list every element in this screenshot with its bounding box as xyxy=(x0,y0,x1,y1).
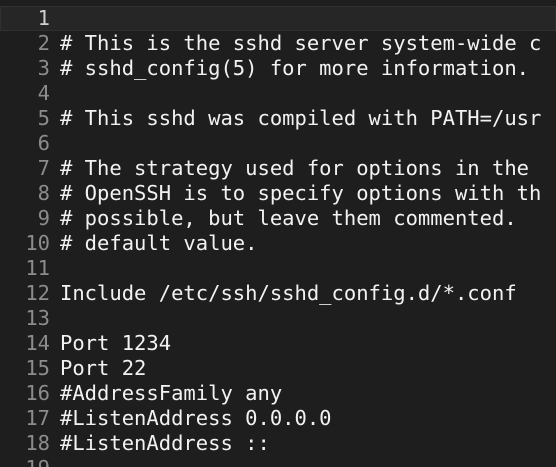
line-number: 13 xyxy=(25,306,50,330)
line-number: 11 xyxy=(25,256,50,280)
line-number: 5 xyxy=(37,106,50,130)
code-line[interactable]: # This sshd was compiled with PATH=/usr xyxy=(60,106,541,131)
editor-line[interactable]: 6 xyxy=(0,131,556,156)
line-number: 10 xyxy=(25,231,50,255)
editor-line[interactable]: 9 # possible, but leave them commented. xyxy=(0,206,556,231)
editor-line[interactable]: 5 # This sshd was compiled with PATH=/us… xyxy=(0,106,556,131)
editor-line[interactable]: 8 # OpenSSH is to specify options with t… xyxy=(0,181,556,206)
code-line[interactable]: #AddressFamily any xyxy=(60,381,282,406)
code-line[interactable]: Port 22 xyxy=(60,356,146,381)
editor-line[interactable]: 3 # sshd_config(5) for more information. xyxy=(0,56,556,81)
line-number: 1 xyxy=(37,6,50,30)
code-line[interactable]: # default value. xyxy=(60,231,257,256)
editor-line[interactable]: 14 Port 1234 xyxy=(0,331,556,356)
code-line[interactable]: #ListenAddress 0.0.0.0 xyxy=(60,406,332,431)
editor-line[interactable]: 4 xyxy=(0,81,556,106)
code-line[interactable]: #ListenAddress :: xyxy=(60,431,270,456)
editor-line[interactable]: 15 Port 22 xyxy=(0,356,556,381)
line-number: 15 xyxy=(25,356,50,380)
line-number: 2 xyxy=(37,31,50,55)
code-line[interactable]: # This is the sshd server system-wide c xyxy=(60,31,541,56)
line-number: 14 xyxy=(25,331,50,355)
editor-line[interactable]: 19 xyxy=(0,456,556,467)
line-number: 6 xyxy=(37,131,50,155)
code-line[interactable]: Port 1234 xyxy=(60,331,171,356)
editor-line[interactable]: 7 # The strategy used for options in the xyxy=(0,156,556,181)
editor-line[interactable]: 12 Include /etc/ssh/sshd_config.d/*.conf xyxy=(0,281,556,306)
line-number: 8 xyxy=(37,181,50,205)
code-line[interactable]: # The strategy used for options in the xyxy=(60,156,529,181)
editor-line[interactable]: 10 # default value. xyxy=(0,231,556,256)
line-number: 16 xyxy=(25,381,50,405)
code-line[interactable]: # possible, but leave them commented. xyxy=(60,206,517,231)
editor-line[interactable]: 16 #AddressFamily any xyxy=(0,381,556,406)
code-line[interactable]: # sshd_config(5) for more information. xyxy=(60,56,529,81)
line-number: 18 xyxy=(25,431,50,455)
code-line[interactable]: # OpenSSH is to specify options with th xyxy=(60,181,541,206)
line-number: 12 xyxy=(25,281,50,305)
line-number: 3 xyxy=(37,56,50,80)
editor-line-current[interactable]: 1 xyxy=(0,6,556,31)
editor-line[interactable]: 11 xyxy=(0,256,556,281)
editor-line[interactable]: 18 #ListenAddress :: xyxy=(0,431,556,456)
code-line[interactable]: Include /etc/ssh/sshd_config.d/*.conf xyxy=(60,281,517,306)
line-number: 9 xyxy=(37,206,50,230)
editor-line[interactable]: 13 xyxy=(0,306,556,331)
editor-line[interactable]: 17 #ListenAddress 0.0.0.0 xyxy=(0,406,556,431)
line-number: 17 xyxy=(25,406,50,430)
code-editor[interactable]: 1 2 # This is the sshd server system-wid… xyxy=(0,0,556,467)
line-number: 19 xyxy=(0,456,50,467)
editor-line[interactable]: 2 # This is the sshd server system-wide … xyxy=(0,31,556,56)
line-number: 7 xyxy=(37,156,50,180)
line-number: 4 xyxy=(37,81,50,105)
